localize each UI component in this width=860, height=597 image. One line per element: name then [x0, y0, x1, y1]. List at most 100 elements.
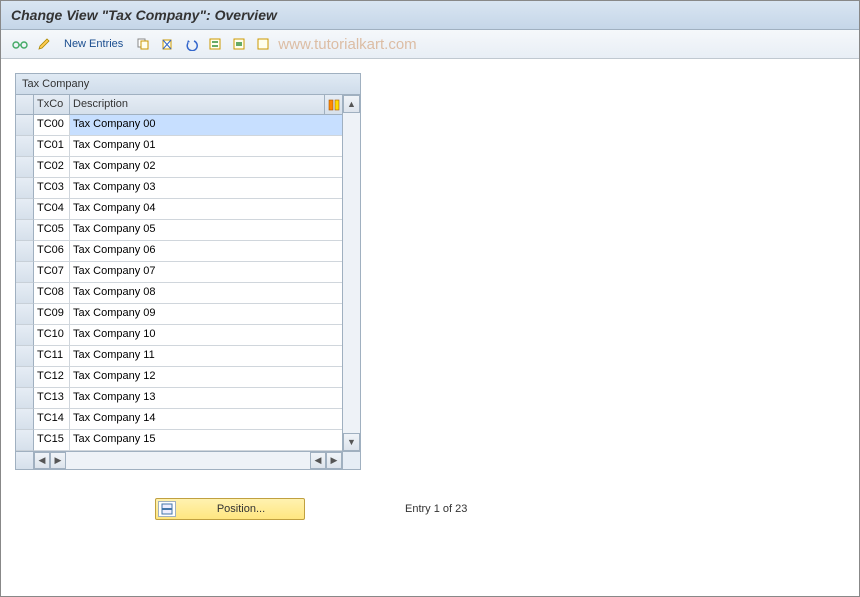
header-description[interactable]: Description	[70, 95, 324, 114]
cell-description[interactable]: Tax Company 01	[70, 136, 342, 157]
cell-txco[interactable]: TC13	[34, 388, 70, 409]
deselect-all-button[interactable]	[252, 34, 274, 54]
scroll-right-button[interactable]: ▶	[326, 452, 342, 469]
scroll-up-button[interactable]: ▲	[343, 95, 360, 113]
new-entries-label: New Entries	[64, 38, 123, 50]
footer-row: Position... Entry 1 of 23	[15, 498, 845, 520]
cell-txco[interactable]: TC04	[34, 199, 70, 220]
row-selector[interactable]	[16, 136, 34, 157]
cell-txco[interactable]: TC06	[34, 241, 70, 262]
cell-description[interactable]: Tax Company 03	[70, 178, 342, 199]
select-block-button[interactable]	[228, 34, 250, 54]
cell-description[interactable]: Tax Company 11	[70, 346, 342, 367]
toolbar: New Entries www.tutorialkart.com	[1, 30, 859, 59]
row-selector[interactable]	[16, 388, 34, 409]
copy-icon	[136, 37, 150, 51]
row-selector[interactable]	[16, 304, 34, 325]
cell-description[interactable]: Tax Company 15	[70, 430, 342, 451]
display-change-button[interactable]	[9, 34, 31, 54]
cell-txco[interactable]: TC11	[34, 346, 70, 367]
cell-txco[interactable]: TC14	[34, 409, 70, 430]
delete-button[interactable]	[156, 34, 178, 54]
table-row: TC05Tax Company 05	[16, 220, 342, 241]
pencil-icon	[37, 37, 51, 51]
row-selector[interactable]	[16, 346, 34, 367]
table-row: TC13Tax Company 13	[16, 388, 342, 409]
horizontal-scrollbar[interactable]: ◀ ▶ ◀ ▶	[16, 451, 360, 469]
cell-description[interactable]: Tax Company 10	[70, 325, 342, 346]
scroll-track[interactable]	[343, 113, 360, 433]
content-area: Tax Company TxCo Description TC00Tax Com…	[1, 59, 859, 534]
table-row: TC07Tax Company 07	[16, 262, 342, 283]
hscroll-track[interactable]	[66, 452, 310, 469]
table-panel-title: Tax Company	[16, 74, 360, 95]
cell-description[interactable]: Tax Company 04	[70, 199, 342, 220]
cell-txco[interactable]: TC00	[34, 115, 70, 136]
row-selector[interactable]	[16, 262, 34, 283]
cell-description[interactable]: Tax Company 02	[70, 157, 342, 178]
header-txco[interactable]: TxCo	[34, 95, 70, 114]
undo-icon	[184, 37, 198, 51]
row-selector[interactable]	[16, 199, 34, 220]
row-selector[interactable]	[16, 115, 34, 136]
table-row: TC02Tax Company 02	[16, 157, 342, 178]
cell-txco[interactable]: TC02	[34, 157, 70, 178]
position-button[interactable]: Position...	[155, 498, 305, 520]
entry-status: Entry 1 of 23	[405, 503, 467, 515]
select-all-button[interactable]	[204, 34, 226, 54]
table-row: TC06Tax Company 06	[16, 241, 342, 262]
row-selector[interactable]	[16, 367, 34, 388]
cell-description[interactable]: Tax Company 08	[70, 283, 342, 304]
cell-txco[interactable]: TC08	[34, 283, 70, 304]
tax-company-table-panel: Tax Company TxCo Description TC00Tax Com…	[15, 73, 361, 470]
scroll-left-button[interactable]: ◀	[34, 452, 50, 469]
cell-description[interactable]: Tax Company 07	[70, 262, 342, 283]
table-row: TC01Tax Company 01	[16, 136, 342, 157]
table-settings-icon	[328, 99, 340, 111]
cell-txco[interactable]: TC10	[34, 325, 70, 346]
cell-description[interactable]: Tax Company 12	[70, 367, 342, 388]
title-bar: Change View "Tax Company": Overview	[1, 1, 859, 30]
row-selector[interactable]	[16, 430, 34, 451]
cell-description[interactable]: Tax Company 06	[70, 241, 342, 262]
row-selector[interactable]	[16, 157, 34, 178]
row-selector[interactable]	[16, 409, 34, 430]
new-entries-button[interactable]: New Entries	[57, 34, 130, 54]
delete-icon	[160, 37, 174, 51]
watermark-text: www.tutorialkart.com	[278, 36, 416, 53]
table-row: TC08Tax Company 08	[16, 283, 342, 304]
cell-txco[interactable]: TC09	[34, 304, 70, 325]
table-main: TxCo Description TC00Tax Company 00TC01T…	[16, 95, 342, 451]
row-selector[interactable]	[16, 283, 34, 304]
row-selector[interactable]	[16, 325, 34, 346]
cell-txco[interactable]: TC15	[34, 430, 70, 451]
change-button[interactable]	[33, 34, 55, 54]
cell-description[interactable]: Tax Company 05	[70, 220, 342, 241]
table-row: TC11Tax Company 11	[16, 346, 342, 367]
vertical-scrollbar[interactable]: ▲ ▼	[342, 95, 360, 451]
cell-description[interactable]: Tax Company 14	[70, 409, 342, 430]
scroll-down-button[interactable]: ▼	[343, 433, 360, 451]
cell-description[interactable]: Tax Company 00	[70, 115, 342, 136]
cell-txco[interactable]: TC05	[34, 220, 70, 241]
scroll-left-step-button[interactable]: ▶	[50, 452, 66, 469]
table-header-row: TxCo Description	[16, 95, 342, 115]
copy-button[interactable]	[132, 34, 154, 54]
row-selector[interactable]	[16, 178, 34, 199]
cell-txco[interactable]: TC03	[34, 178, 70, 199]
row-selector[interactable]	[16, 220, 34, 241]
table-row: TC00Tax Company 00	[16, 115, 342, 136]
table-settings-button[interactable]	[324, 95, 342, 114]
cell-txco[interactable]: TC01	[34, 136, 70, 157]
cell-description[interactable]: Tax Company 13	[70, 388, 342, 409]
table-row: TC03Tax Company 03	[16, 178, 342, 199]
undo-button[interactable]	[180, 34, 202, 54]
row-selector[interactable]	[16, 241, 34, 262]
table-row: TC04Tax Company 04	[16, 199, 342, 220]
scroll-right-step-button[interactable]: ◀	[310, 452, 326, 469]
cell-description[interactable]: Tax Company 09	[70, 304, 342, 325]
table-row: TC15Tax Company 15	[16, 430, 342, 451]
cell-txco[interactable]: TC12	[34, 367, 70, 388]
header-selector-column[interactable]	[16, 95, 34, 114]
cell-txco[interactable]: TC07	[34, 262, 70, 283]
